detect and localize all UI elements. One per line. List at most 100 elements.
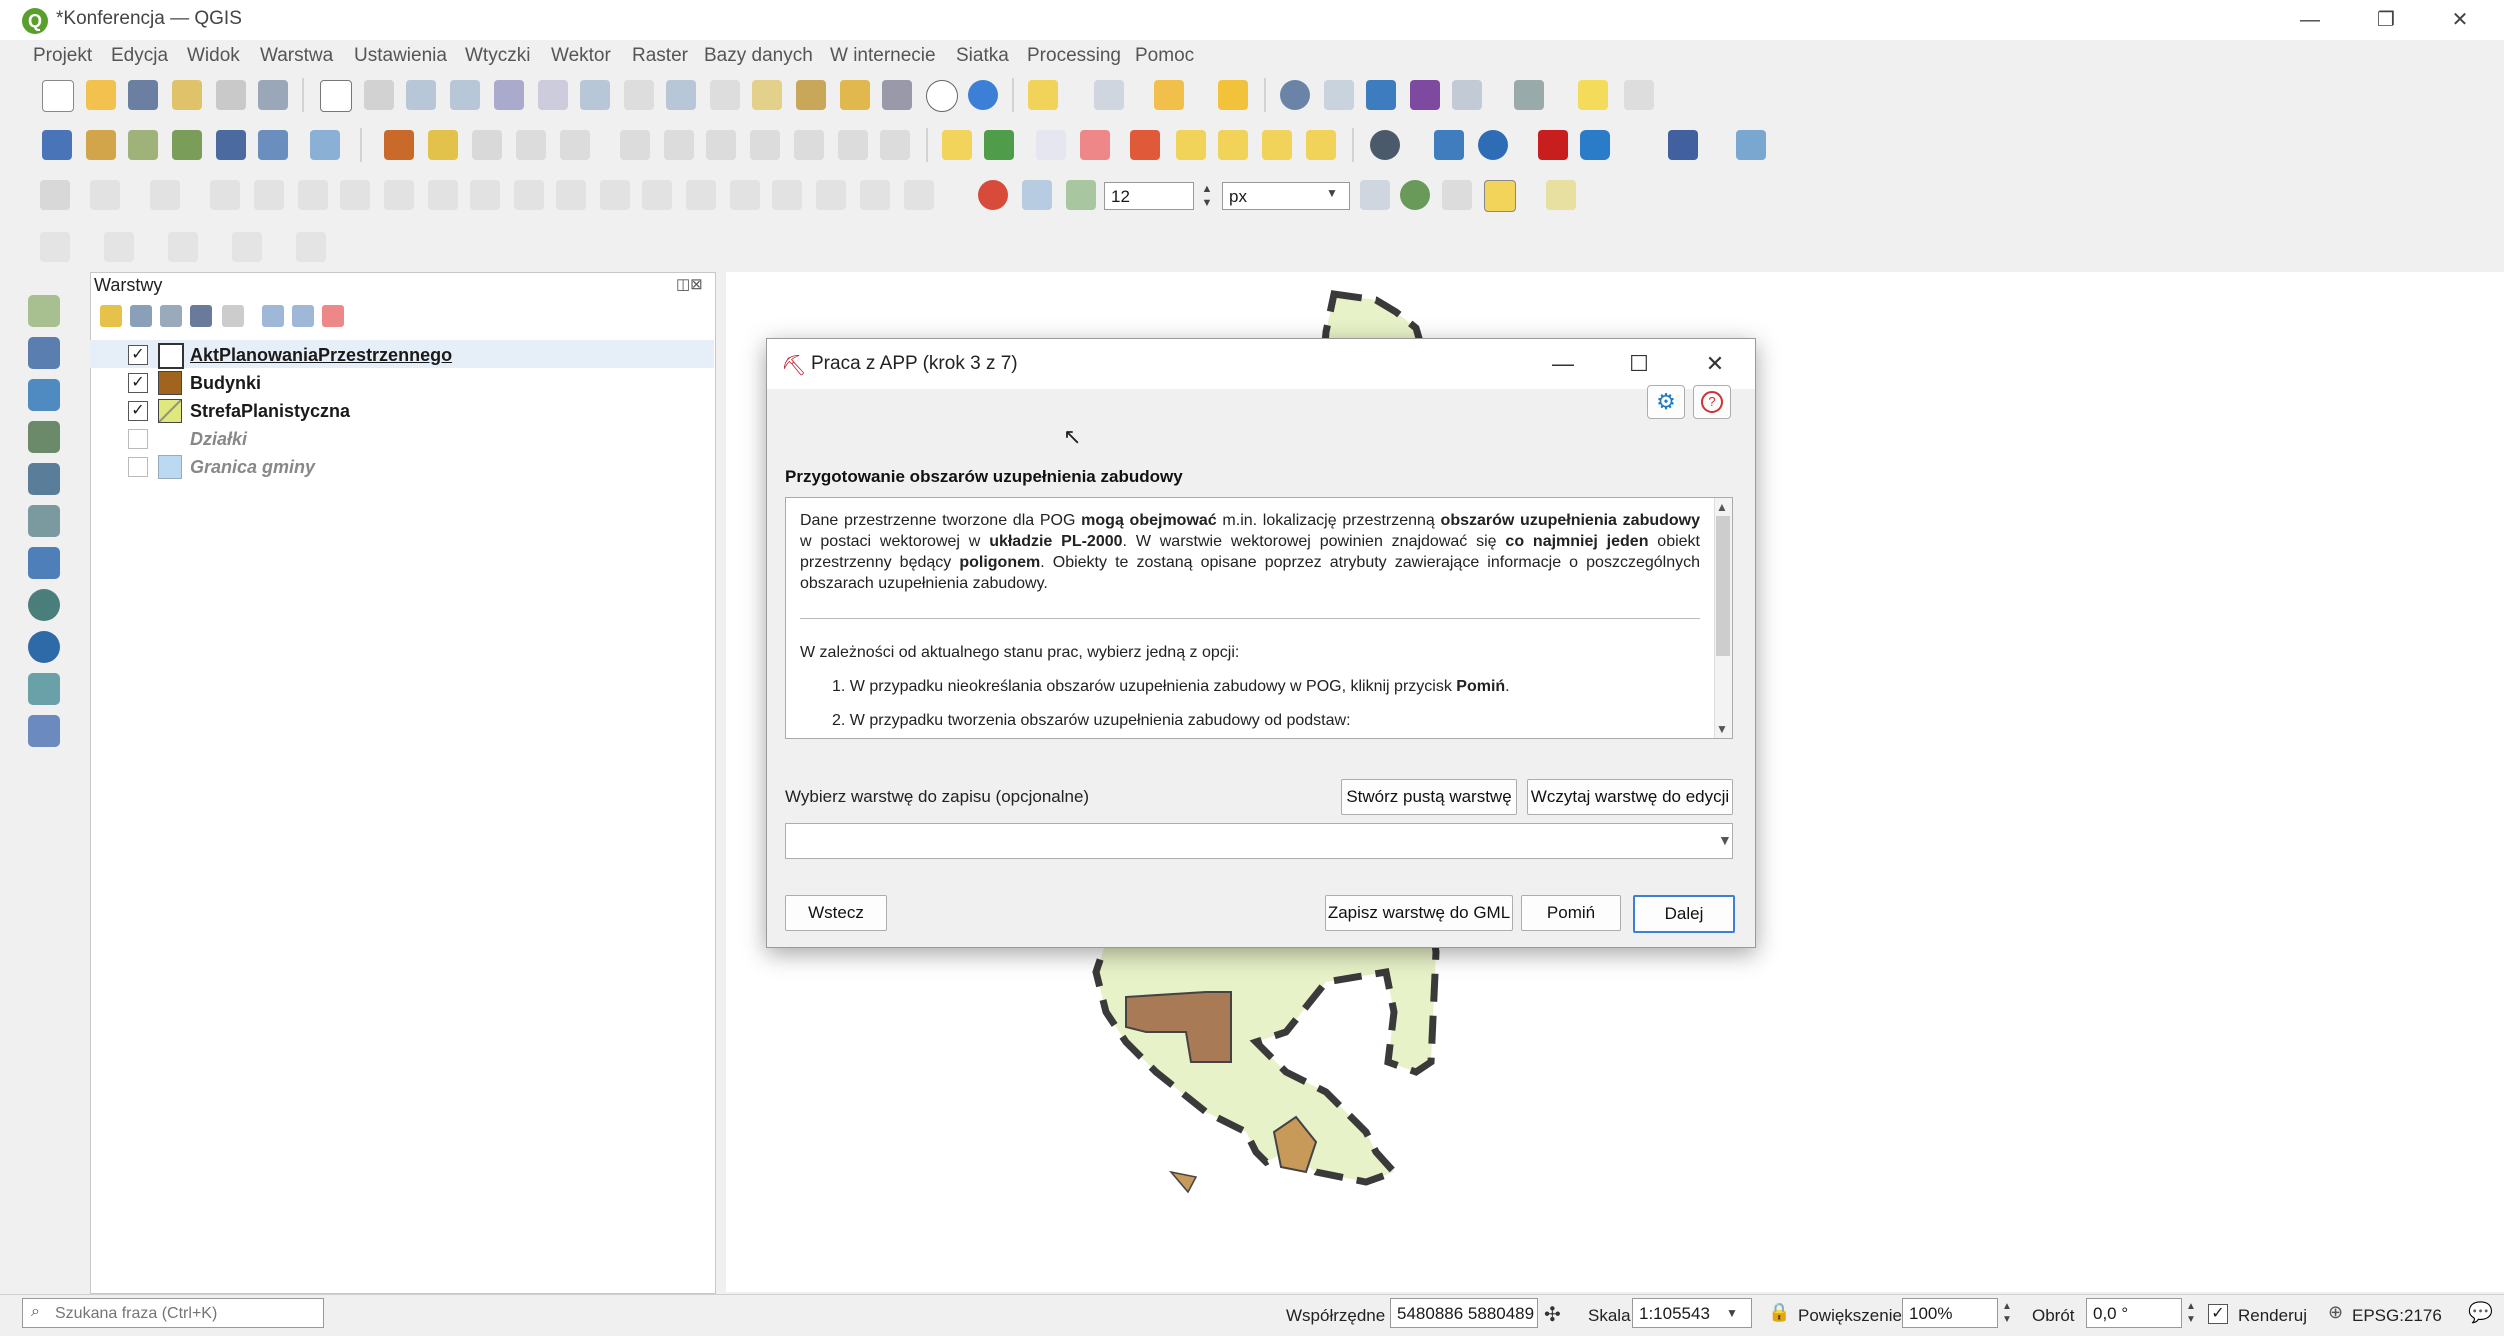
add-wfs-icon[interactable]	[28, 631, 60, 663]
filter-expression-icon[interactable]	[222, 305, 244, 327]
add-ellipse-icon[interactable]	[150, 180, 180, 210]
crs-globe-icon[interactable]: ⊕	[2328, 1302, 2343, 1323]
dialog-close-button[interactable]: ✕	[1695, 349, 1735, 379]
show-bookmarks-icon[interactable]	[882, 80, 912, 110]
text-annotation-icon[interactable]	[1452, 80, 1482, 110]
panel-float-close-icon[interactable]: ◫⊠	[676, 275, 703, 293]
back-button[interactable]: Wstecz	[785, 895, 887, 931]
delete-part-icon[interactable]	[600, 180, 630, 210]
mesh-force-icon[interactable]	[232, 232, 262, 262]
pan-map-icon[interactable]	[320, 80, 352, 112]
add-wcs-icon[interactable]	[28, 589, 60, 621]
collapse-all-icon[interactable]	[292, 305, 314, 327]
menu-processing[interactable]: Processing	[1027, 45, 1121, 67]
mesh-transform-icon[interactable]	[168, 232, 198, 262]
mesh-digitize-icon[interactable]	[40, 232, 70, 262]
measure-icon[interactable]	[1514, 80, 1544, 110]
modify-attributes-icon[interactable]	[620, 130, 650, 160]
snapping-layers-icon[interactable]	[1022, 180, 1052, 210]
app-plugin-icon[interactable]	[1580, 130, 1610, 160]
undo-icon[interactable]	[838, 130, 868, 160]
zoom-layer-icon[interactable]	[580, 80, 610, 110]
python-console-icon[interactable]	[1434, 130, 1464, 160]
snapping-tracing-icon[interactable]	[1546, 180, 1576, 210]
load-layer-button[interactable]: Wczytaj warstwę do edycji	[1527, 779, 1733, 815]
save-gml-button[interactable]: Zapisz warstwę do GML	[1325, 895, 1513, 931]
menu-warstwa[interactable]: Warstwa	[260, 45, 333, 67]
add-mesh-icon[interactable]	[28, 379, 60, 411]
dialog-minimize-button[interactable]: —	[1543, 349, 1583, 379]
merge-features-icon[interactable]	[816, 180, 846, 210]
attribute-table-icon[interactable]	[1094, 80, 1124, 110]
window-close-button[interactable]: ✕	[2430, 4, 2490, 36]
avoid-overlap-icon[interactable]	[1442, 180, 1472, 210]
app-plugin-red-icon[interactable]	[1538, 130, 1568, 160]
temporal-controller-icon[interactable]	[926, 80, 958, 112]
next-button[interactable]: Dalej	[1633, 895, 1735, 933]
open-layer-styling-icon[interactable]	[100, 305, 122, 327]
layer-visibility-checkbox[interactable]	[128, 429, 148, 449]
menu-pomoc[interactable]: Pomoc	[1135, 45, 1194, 67]
merge-attributes-icon[interactable]	[860, 180, 890, 210]
mesh-select-icon[interactable]	[104, 232, 134, 262]
self-snapping-icon[interactable]	[1484, 180, 1516, 212]
add-arcgis-icon[interactable]	[28, 673, 60, 705]
menu-w-internecie[interactable]: W internecie	[830, 45, 936, 67]
split-features-icon[interactable]	[730, 180, 760, 210]
add-rectangle-icon[interactable]	[210, 180, 240, 210]
window-restore-button[interactable]: ❐	[2356, 4, 2416, 36]
coordinates-field[interactable]: 5480886 5880489	[1390, 1298, 1538, 1328]
pan-to-selection-icon[interactable]	[364, 80, 394, 110]
menu-wektor[interactable]: Wektor	[551, 45, 611, 67]
remove-layer-icon[interactable]	[322, 305, 344, 327]
menu-siatka[interactable]: Siatka	[956, 45, 1009, 67]
messages-icon[interactable]: 💬	[2468, 1300, 2493, 1325]
show-hide-labels-icon[interactable]	[1130, 130, 1160, 160]
save-edits-icon[interactable]	[472, 130, 502, 160]
bookmark-icon[interactable]	[840, 80, 870, 110]
print-layout-icon[interactable]	[216, 80, 246, 110]
toggle-editing-icon[interactable]	[428, 130, 458, 160]
zoom-full-icon[interactable]	[494, 80, 524, 110]
copy-features-icon[interactable]	[750, 130, 780, 160]
plugin-refresh-icon[interactable]	[1478, 130, 1508, 160]
magnifier-spinner-icon[interactable]: ▲ ▼	[2002, 1300, 2012, 1326]
locator-icon[interactable]	[1624, 80, 1654, 110]
simplify-feature-icon[interactable]	[384, 180, 414, 210]
new-spatialite-icon[interactable]	[216, 130, 246, 160]
plugin-globe-icon[interactable]	[1370, 130, 1400, 160]
deselect-features-icon[interactable]	[1154, 80, 1184, 110]
window-minimize-button[interactable]: —	[2280, 4, 2340, 36]
offset-curve-icon[interactable]	[686, 180, 716, 210]
expand-all-icon[interactable]	[262, 305, 284, 327]
snapping-type-icon[interactable]	[1066, 180, 1096, 210]
coordinate-toggle-icon[interactable]: ✣	[1544, 1302, 1561, 1327]
statistics-icon[interactable]	[1410, 80, 1440, 110]
snapping-intersection-icon[interactable]	[1400, 180, 1430, 210]
menu-bazy-danych[interactable]: Bazy danych	[704, 45, 813, 67]
current-edits-icon[interactable]	[384, 130, 414, 160]
dialog-maximize-button[interactable]: ☐	[1619, 349, 1659, 379]
instructions-textbox[interactable]: Dane przestrzenne tworzone dla POG mogą …	[785, 497, 1733, 739]
scroll-down-icon[interactable]: ▼	[1716, 722, 1728, 736]
vertex-tool-icon[interactable]	[560, 130, 590, 160]
label-properties-icon[interactable]	[1306, 130, 1336, 160]
zoom-selection-icon[interactable]	[538, 80, 568, 110]
new-virtual-layer-icon[interactable]	[258, 130, 288, 160]
move-feature-icon[interactable]	[298, 180, 328, 210]
add-vector-tile-icon[interactable]	[28, 715, 60, 747]
refresh-icon[interactable]	[968, 80, 998, 110]
add-wms-icon[interactable]	[28, 547, 60, 579]
advanced-digitizing-icon[interactable]	[40, 180, 70, 210]
zoom-out-icon[interactable]	[450, 80, 480, 110]
create-empty-layer-button[interactable]: Stwórz pustą warstwę	[1341, 779, 1517, 815]
snapping-tolerance-input[interactable]: 12	[1104, 182, 1194, 210]
cut-features-icon[interactable]	[706, 130, 736, 160]
scroll-up-icon[interactable]: ▲	[1716, 500, 1728, 514]
magnifier-field[interactable]: 100%	[1902, 1298, 1998, 1328]
add-feature-icon[interactable]	[516, 130, 546, 160]
save-project-icon[interactable]	[128, 80, 158, 110]
locator-search[interactable]: ⌕	[22, 1298, 324, 1328]
skip-button[interactable]: Pomiń	[1521, 895, 1621, 931]
menu-ustawienia[interactable]: Ustawienia	[354, 45, 447, 67]
